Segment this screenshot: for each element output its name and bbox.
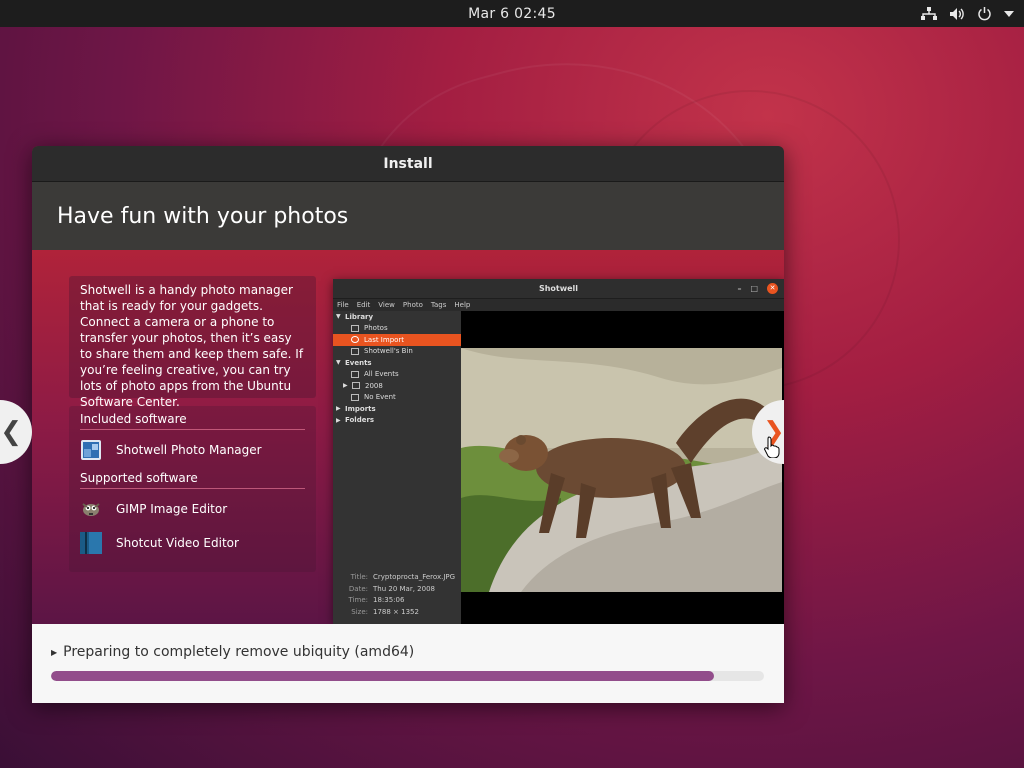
system-tray[interactable]: [921, 0, 1014, 27]
calendar-icon: [351, 393, 359, 401]
sidebar-imports: ▶ Imports: [336, 404, 376, 413]
chevron-left-icon: ❮: [0, 417, 22, 447]
clock[interactable]: Mar 6 02:45: [468, 6, 556, 22]
sidebar-events: ▼ Events: [336, 358, 372, 367]
menu-tags: Tags: [430, 301, 447, 309]
menu-photo: Photo: [402, 301, 423, 309]
collapse-icon: ▶: [336, 405, 341, 413]
software-item: GIMP Image Editor: [80, 496, 305, 522]
hand-cursor-icon: [764, 436, 780, 458]
expand-icon: ▼: [336, 313, 341, 321]
software-label: GIMP Image Editor: [116, 502, 228, 516]
software-label: Shotcut Video Editor: [116, 536, 239, 550]
sidebar-year: ▶ 2008: [343, 381, 383, 390]
trash-icon: [351, 347, 359, 355]
slide-description: Shotwell is a handy photo manager that i…: [69, 276, 316, 409]
shotwell-window-controls: – □ ✕: [737, 283, 778, 294]
shotwell-menubar: File Edit View Photo Tags Help: [333, 299, 784, 311]
software-panel: Included software Shotwell Photo Manager…: [69, 406, 316, 572]
photos-icon: [351, 324, 359, 332]
window-title: Install: [32, 146, 784, 182]
menu-view: View: [378, 301, 395, 309]
close-icon: ✕: [767, 283, 778, 294]
expand-icon: ▼: [336, 359, 341, 367]
sidebar-bin: Shotwell's Bin: [333, 346, 461, 358]
meta-row: Title: Cryptoprocta_Ferox.JPG: [350, 573, 456, 581]
supported-software-heading: Supported software: [80, 471, 305, 489]
included-software-heading: Included software: [80, 412, 305, 430]
expand-details-icon[interactable]: ▶: [51, 648, 57, 657]
slideshow: Shotwell is a handy photo manager that i…: [32, 250, 784, 624]
progress-area: ▶ Preparing to completely remove ubiquit…: [32, 624, 784, 703]
sidebar-library: ▼ Library: [336, 312, 374, 321]
sidebar-no-event: No Event: [333, 392, 461, 404]
meta-row: Time: 18:35:06: [348, 596, 405, 604]
photo-viewer: [461, 311, 784, 624]
shotwell-icon: [81, 440, 101, 460]
menu-edit: Edit: [356, 301, 371, 309]
sidebar-photos: Photos: [333, 323, 461, 335]
power-icon[interactable]: [977, 6, 992, 21]
network-icon[interactable]: [921, 6, 937, 21]
collapse-icon: ▶: [336, 416, 341, 424]
maximize-icon: □: [750, 284, 758, 293]
collapse-icon: ▶: [343, 382, 348, 390]
slide-header: Have fun with your photos: [32, 182, 784, 250]
shotcut-icon: [80, 532, 102, 554]
clock-icon: [351, 336, 359, 344]
gimp-icon: [82, 503, 100, 516]
shotwell-screenshot: Shotwell – □ ✕ File Edit View Photo Tags…: [333, 279, 784, 624]
shotwell-body: ▼ Library Photos Last Import Shotwell's B…: [333, 311, 784, 624]
top-bar: Mar 6 02:45: [0, 0, 1024, 27]
shotwell-sidebar: ▼ Library Photos Last Import Shotwell's B…: [333, 311, 461, 624]
progress-bar: [51, 671, 764, 681]
progress-bar-fill: [51, 671, 715, 681]
status-line[interactable]: ▶ Preparing to completely remove ubiquit…: [51, 644, 764, 660]
software-item: Shotwell Photo Manager: [80, 437, 305, 463]
fossa-photo: [461, 348, 782, 592]
menu-help: Help: [454, 301, 471, 309]
meta-row: Date: Thu 20 Mar, 2008: [348, 584, 435, 593]
sidebar-last-import: Last Import: [333, 334, 461, 346]
sidebar-folders: ▶ Folders: [336, 416, 375, 425]
folder-icon: [352, 382, 360, 390]
install-window: Install Have fun with your photos Shotwe…: [32, 146, 784, 703]
menu-arrow-icon[interactable]: [1004, 10, 1014, 18]
software-label: Shotwell Photo Manager: [116, 443, 262, 457]
previous-slide-button[interactable]: ❮: [0, 400, 32, 464]
sidebar-all-events: All Events: [333, 369, 461, 381]
meta-row: Size: 1788 × 1352: [351, 607, 419, 616]
shotwell-title: Shotwell: [538, 284, 579, 293]
minimize-icon: –: [737, 284, 742, 293]
events-icon: [351, 370, 359, 378]
volume-icon[interactable]: [949, 7, 965, 21]
software-item: Shotcut Video Editor: [80, 530, 305, 556]
shotwell-titlebar: Shotwell – □ ✕: [333, 279, 784, 299]
status-text: Preparing to completely remove ubiquity …: [63, 644, 415, 660]
photo-metadata: Title: Cryptoprocta_Ferox.JPG Date: Thu 20…: [333, 573, 461, 619]
menu-file: File: [337, 301, 349, 309]
